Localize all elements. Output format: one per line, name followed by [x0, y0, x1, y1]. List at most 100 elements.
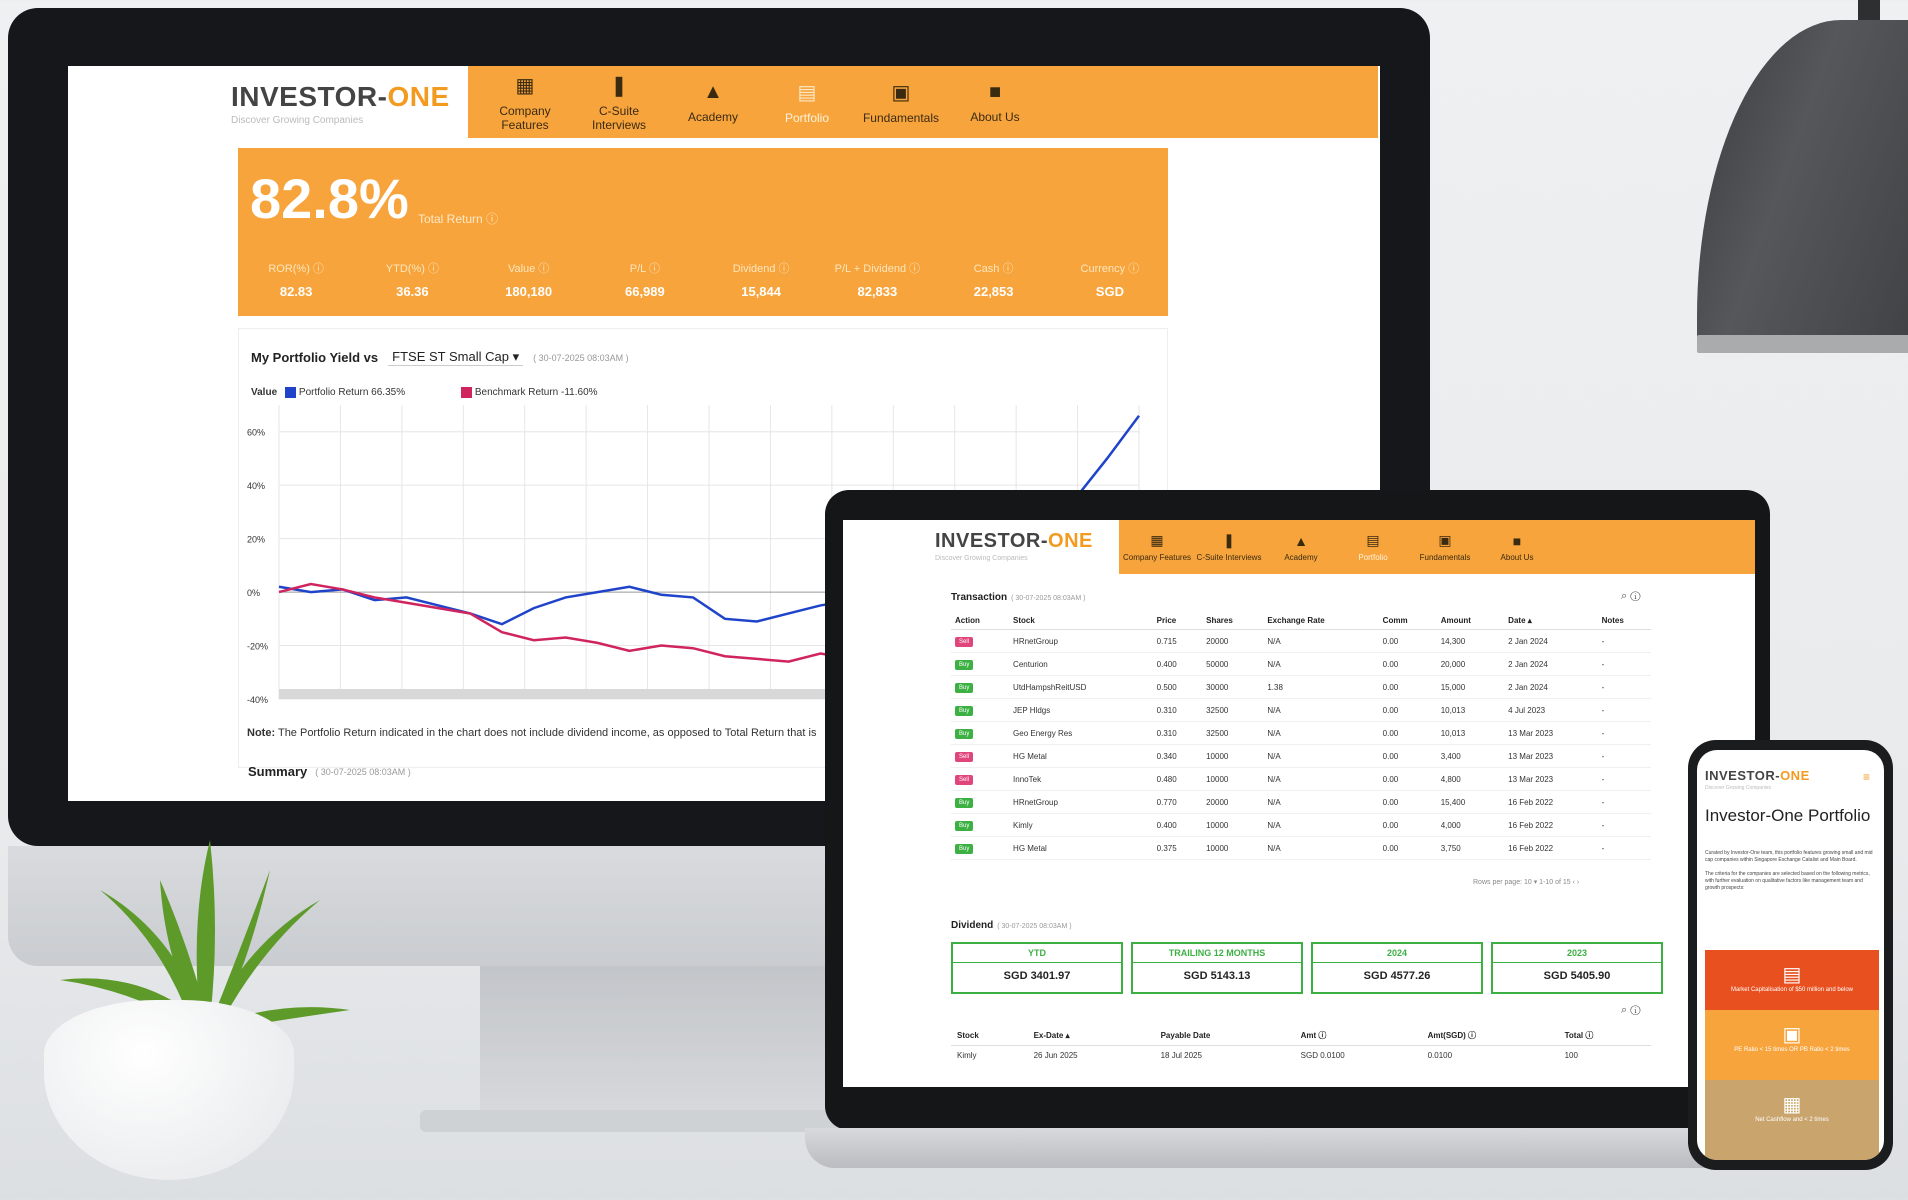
notes-cell: - — [1597, 652, 1651, 676]
dividend-box-value: SGD 4577.26 — [1363, 970, 1431, 982]
column-header[interactable]: Notes — [1597, 612, 1651, 630]
graduation-cap-icon: ▲ — [703, 80, 723, 103]
nav-item-about-us[interactable]: ■ About Us — [948, 81, 1042, 124]
y-tick-label: 40% — [247, 481, 265, 491]
nav-item-fundamentals[interactable]: ▣ Fundamentals — [854, 80, 948, 125]
dividend-box: YTD SGD 3401.97 — [951, 942, 1123, 994]
logo[interactable]: INVESTOR-ONE Discover Growing Companies — [231, 81, 450, 126]
y-tick-label: 20% — [247, 535, 265, 545]
criteria-block-pe-ratio: ▣ PE Ratio < 15 times OR PB Ratio < 2 tim… — [1705, 1010, 1879, 1080]
date-cell: 2 Jan 2024 — [1504, 652, 1598, 676]
search-icon[interactable]: ⌕ — [1621, 590, 1627, 602]
column-header[interactable]: Date ▴ — [1504, 612, 1598, 630]
table-row: Buy Centurion 0.400 50000 N/A 0.00 20,000 2 Jan… — [951, 652, 1651, 676]
stat-value: 180,180 — [505, 284, 553, 299]
nav-item-c-suite-interviews[interactable]: ❚ C-Suite Interviews — [1193, 532, 1265, 562]
notes-cell: - — [1597, 698, 1651, 722]
fx-cell: N/A — [1263, 813, 1379, 837]
column-header[interactable]: Payable Date — [1154, 1026, 1295, 1046]
help-icon[interactable]: ⓘ — [1630, 590, 1640, 602]
column-header[interactable]: Amount — [1436, 612, 1505, 630]
nav-item-company-features[interactable]: ▦ Company Features — [478, 73, 572, 132]
stat-item: ROR(%) ⓘ 82.83 — [238, 260, 354, 299]
phone-intro: Curated by Investor-One team, this portf… — [1705, 850, 1873, 891]
nav-item-portfolio[interactable]: ▤ Portfolio — [1337, 532, 1409, 562]
chart-title: My Portfolio Yield vs — [251, 350, 379, 365]
y-tick-label: 0% — [247, 588, 260, 598]
comm-cell: 0.00 — [1378, 790, 1437, 814]
laptop-logo[interactable]: INVESTOR-ONE Discover Growing Companies — [935, 530, 1093, 562]
dividend-box-value: SGD 5405.90 — [1543, 970, 1611, 982]
column-header[interactable]: Exchange Rate — [1263, 612, 1379, 630]
nav-item-c-suite-interviews[interactable]: ❚ C-Suite Interviews — [572, 73, 666, 132]
column-header[interactable]: Price — [1152, 612, 1203, 630]
stock-cell[interactable]: Kimly — [951, 1046, 1028, 1066]
cashflow-icon: ▦ — [1782, 1094, 1802, 1116]
action-cell: Sell — [951, 767, 1010, 791]
benchmark-select[interactable]: FTSE ST Small Cap ▾ — [388, 349, 524, 366]
stat-item: Dividend ⓘ 15,844 — [703, 260, 819, 299]
date-cell: 16 Feb 2022 — [1504, 813, 1598, 837]
comm-cell: 0.00 — [1378, 767, 1437, 791]
laptop-screen: INVESTOR-ONE Discover Growing Companies … — [843, 520, 1755, 1087]
search-icon[interactable]: ⌕ — [1621, 1004, 1627, 1016]
phone-logo[interactable]: INVESTOR-ONE Discover Growing Companies — [1705, 768, 1810, 791]
stock-cell[interactable]: HRnetGroup — [1009, 629, 1153, 653]
nav-item-portfolio[interactable]: ▤ Portfolio — [760, 80, 854, 125]
dividend-box: 2023 SGD 5405.90 — [1491, 942, 1663, 994]
table-pagination[interactable]: Rows per page: 10 ▾ 1-10 of 15 ‹ › — [1473, 878, 1579, 886]
stock-cell[interactable]: Centurion — [1009, 652, 1153, 676]
amount-cell: 15,000 — [1436, 675, 1505, 699]
stock-cell[interactable]: InnoTek — [1009, 767, 1153, 791]
action-cell: Buy — [951, 836, 1010, 860]
nav-item-company-features[interactable]: ▦ Company Features — [1121, 532, 1193, 562]
hamburger-menu-icon[interactable]: ≡ — [1863, 770, 1870, 784]
comm-cell: 0.00 — [1378, 836, 1437, 860]
stock-cell[interactable]: HG Metal — [1009, 744, 1153, 768]
column-header[interactable]: Amt(SGD) ⓘ — [1421, 1026, 1559, 1046]
legend-portfolio[interactable]: Portfolio Return 66.35% — [285, 387, 405, 398]
stat-value: 15,844 — [741, 284, 781, 299]
nav-item-academy[interactable]: ▲ Academy — [666, 81, 760, 124]
price-cell: 0.340 — [1152, 744, 1203, 768]
chat-bubbles-icon: ❚ — [610, 74, 628, 97]
legend-benchmark[interactable]: Benchmark Return -11.60% — [461, 387, 598, 398]
y-tick-label: -40% — [247, 695, 268, 705]
stock-cell[interactable]: Kimly — [1009, 813, 1153, 837]
comm-cell: 0.00 — [1378, 721, 1437, 745]
nav-label: Fundamentals — [862, 110, 940, 125]
date-cell: 16 Feb 2022 — [1504, 836, 1598, 860]
stock-cell[interactable]: HRnetGroup — [1009, 790, 1153, 814]
price-cell: 0.310 — [1152, 698, 1203, 722]
dividend-box-label: 2024 — [1313, 944, 1481, 963]
column-header[interactable]: Amt ⓘ — [1294, 1026, 1422, 1046]
nav-label: C-Suite Interviews — [591, 103, 647, 132]
column-header[interactable]: Ex-Date ▴ — [1027, 1026, 1155, 1046]
stock-cell[interactable]: JEP Hldgs — [1009, 698, 1153, 722]
column-header[interactable]: Action — [951, 612, 1010, 630]
fx-cell: 1.38 — [1263, 675, 1379, 699]
nav-item-academy[interactable]: ▲ Academy — [1265, 533, 1337, 562]
pay-cell: 18 Jul 2025 — [1160, 1051, 1202, 1060]
stock-cell[interactable]: UtdHampshReitUSD — [1009, 675, 1153, 699]
total-cell: 100 — [1564, 1051, 1578, 1060]
column-header[interactable]: Stock — [951, 1026, 1028, 1046]
help-icon[interactable]: ⓘ — [1630, 1004, 1640, 1016]
stat-item: P/L ⓘ 66,989 — [587, 260, 703, 299]
stock-cell[interactable]: HG Metal — [1009, 836, 1153, 860]
stat-value: 66,989 — [624, 284, 665, 299]
nav-item-fundamentals[interactable]: ▣ Fundamentals — [1409, 532, 1481, 562]
column-header[interactable]: Stock — [1009, 612, 1153, 630]
shares-cell: 30000 — [1202, 675, 1264, 699]
column-header[interactable]: Total ⓘ — [1558, 1026, 1651, 1046]
price-cell: 0.400 — [1152, 652, 1203, 676]
stock-cell[interactable]: Geo Energy Res — [1009, 721, 1153, 745]
chart-doc-icon: ▤ — [1782, 964, 1802, 986]
amount-cell: 15,400 — [1436, 790, 1505, 814]
table-row: Buy UtdHampshReitUSD 0.500 30000 1.38 0.00 15,… — [951, 675, 1651, 699]
chart-note: Note: The Portfolio Return indicated in … — [247, 727, 817, 739]
dividend-table: Stock Ex-Date ▴ Payable Date Amt ⓘ Amt(SGD) … — [951, 1026, 1651, 1065]
nav-item-about-us[interactable]: ■ About Us — [1481, 533, 1553, 562]
column-header[interactable]: Comm — [1378, 612, 1437, 630]
column-header[interactable]: Shares — [1202, 612, 1264, 630]
